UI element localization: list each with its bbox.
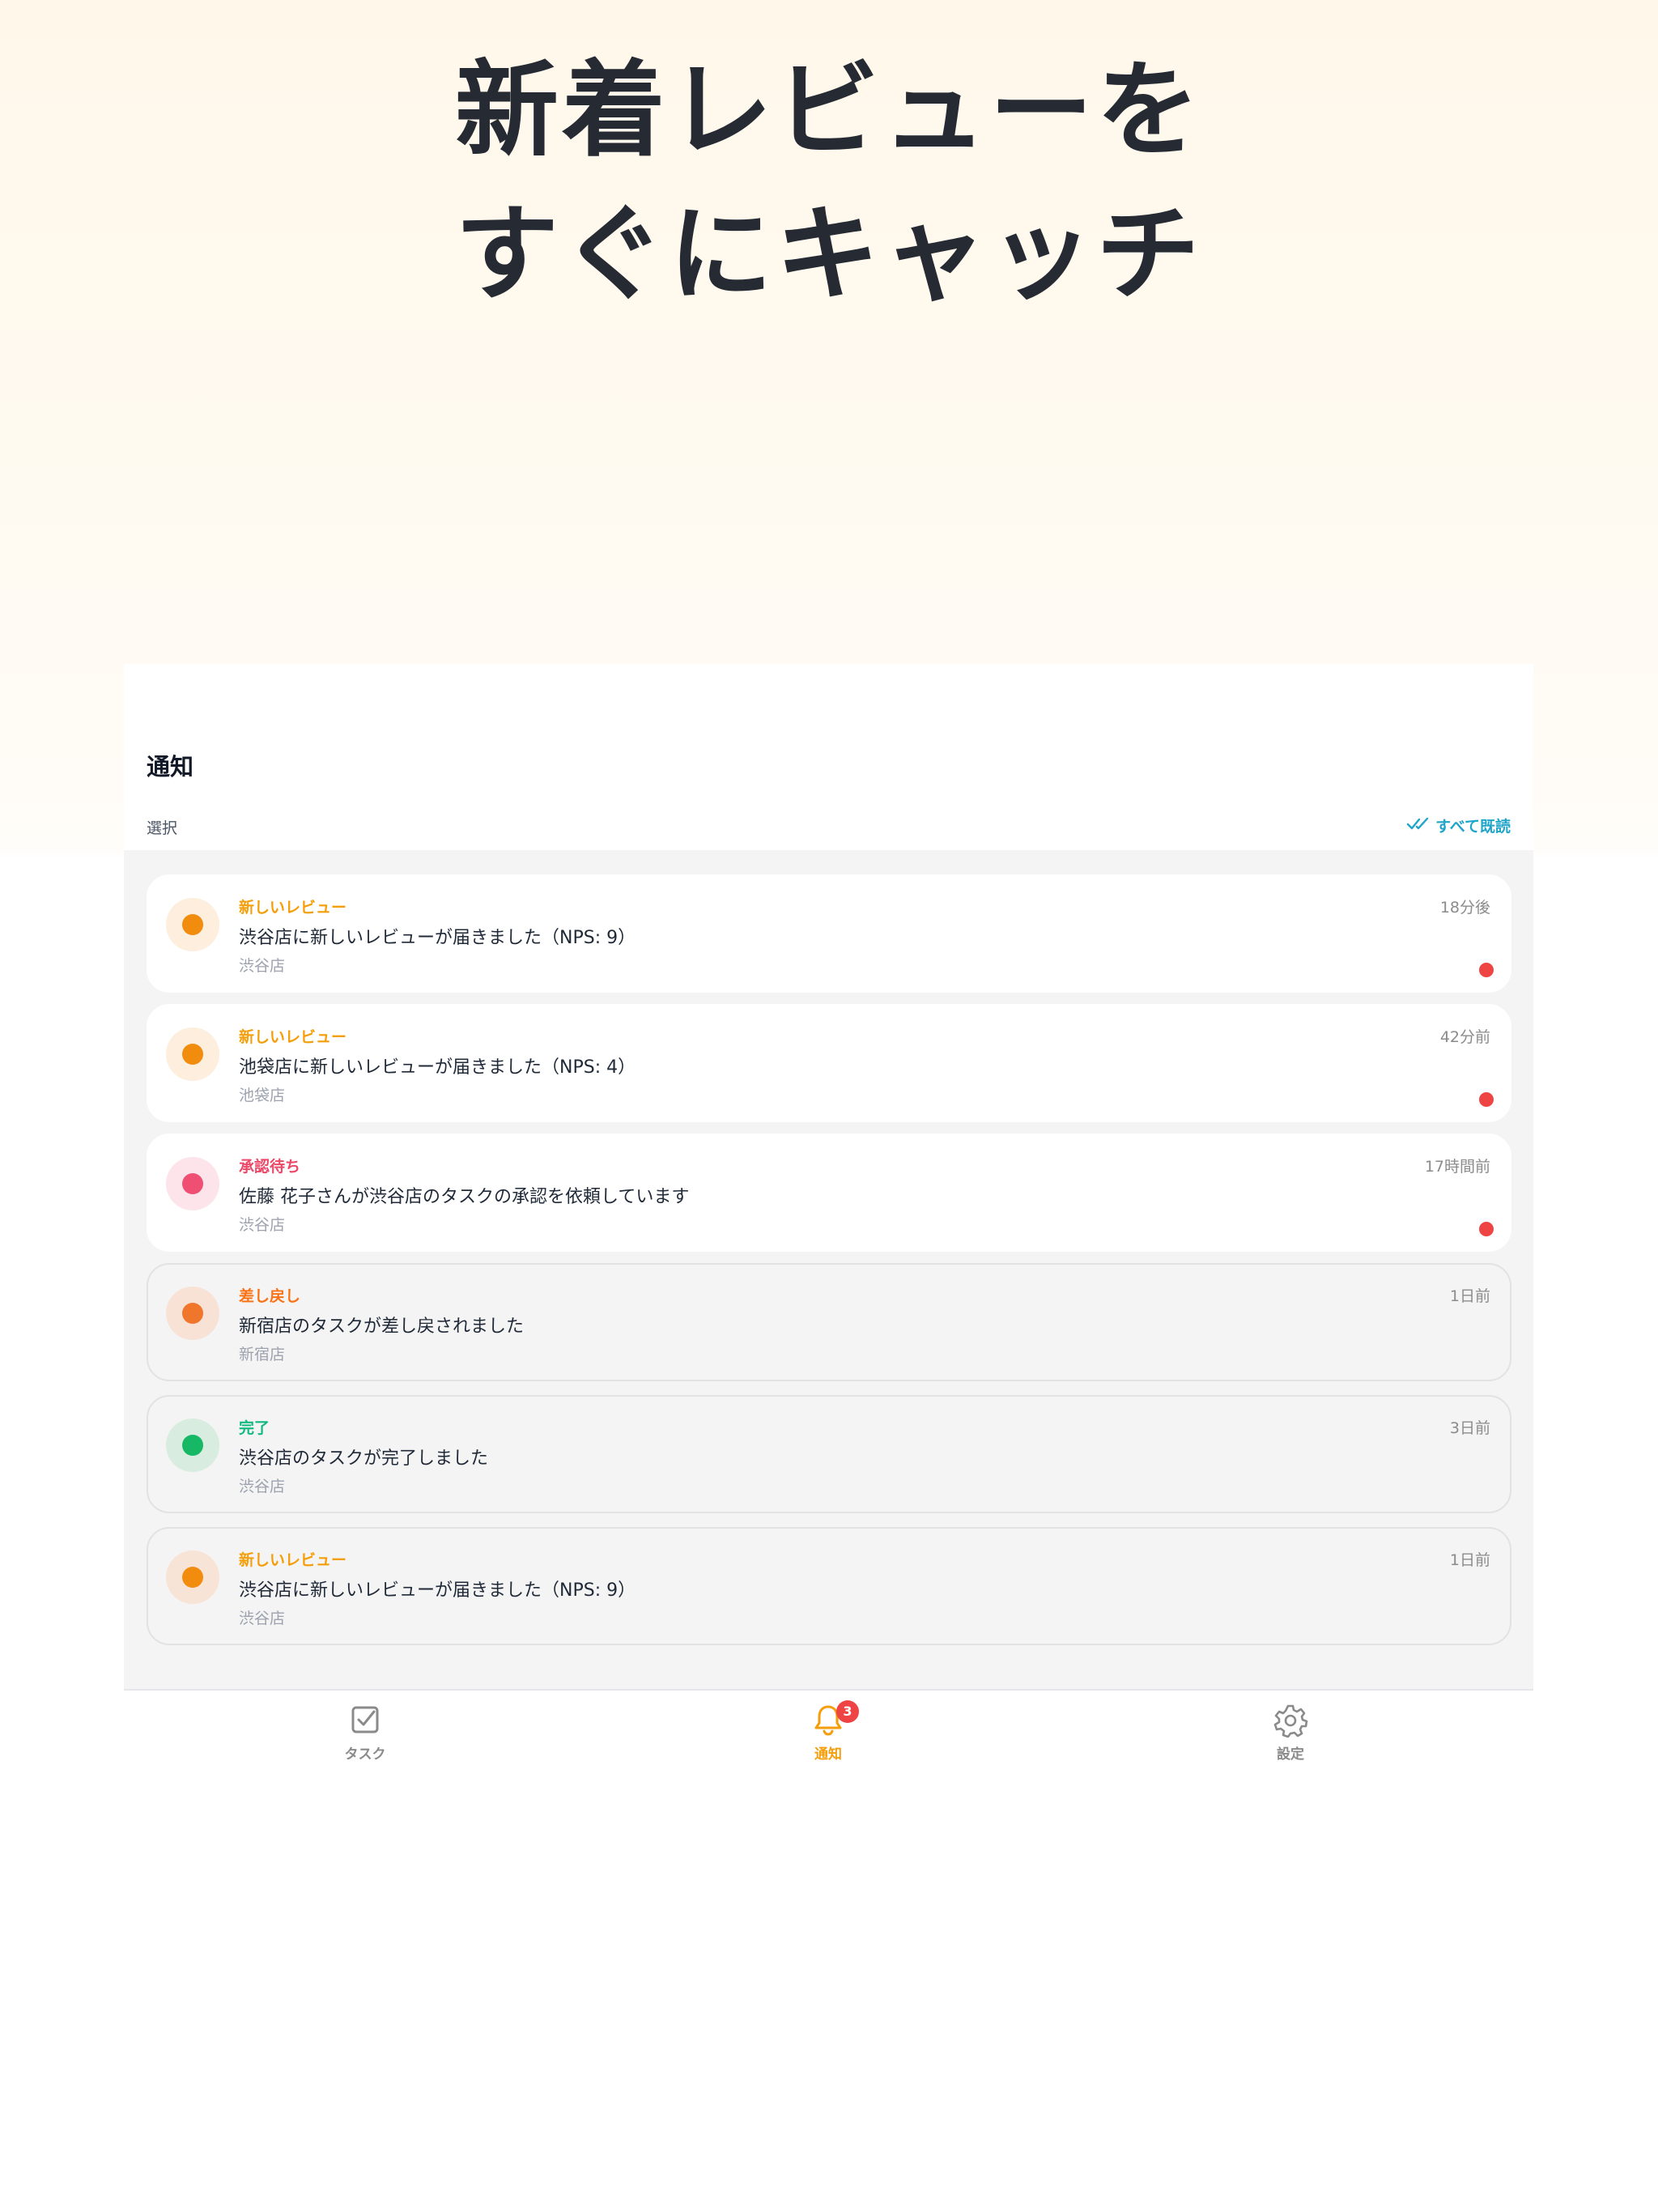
notification-message: 新宿店のタスクが差し戻されました <box>239 1317 525 1337</box>
marketing-headline: 新着レビューを すぐにキャッチ <box>0 39 1658 327</box>
notification-type: 新しいレビュー <box>239 899 347 917</box>
headline-line-1: 新着レビューを <box>454 50 1203 171</box>
notification-store: 渋谷店 <box>239 1478 286 1495</box>
notification-time: 17時間前 <box>1424 1158 1490 1176</box>
notification-type: 承認待ち <box>239 1158 301 1176</box>
page-title: 通知 <box>147 753 194 781</box>
notification-card[interactable]: 承認待ち 佐藤 花子さんが渋谷店のタスクの承認を依頼しています 渋谷店 17時間… <box>147 1134 1511 1252</box>
completed-status-icon <box>166 1419 219 1472</box>
notification-card[interactable]: 新しいレビュー 渋谷店に新しいレビューが届きました（NPS: 9） 渋谷店 18… <box>147 874 1511 993</box>
mark-all-read-button[interactable]: すべて既読 <box>1406 815 1511 836</box>
notification-store: 池袋店 <box>239 1087 286 1104</box>
app-screen: 通知 選択 すべて既読 新しいレビュー 渋谷店に新しいレビューが届きました（NP… <box>124 664 1533 1917</box>
review-status-icon <box>166 1551 219 1604</box>
bell-icon <box>763 1702 893 1738</box>
notification-card[interactable]: 完了 渋谷店のタスクが完了しました 渋谷店 3日前 <box>147 1395 1511 1513</box>
unread-indicator <box>1479 1222 1494 1236</box>
notification-type: 差し戻し <box>239 1287 301 1305</box>
unread-indicator <box>1479 1092 1494 1107</box>
notification-message: 佐藤 花子さんが渋谷店のタスクの承認を依頼しています <box>239 1187 690 1207</box>
mark-all-read-label: すべて既読 <box>1435 818 1511 836</box>
notification-time: 42分前 <box>1439 1028 1490 1046</box>
notification-type: 完了 <box>239 1419 270 1437</box>
notification-time: 18分後 <box>1439 899 1490 917</box>
notification-time: 1日前 <box>1449 1287 1490 1305</box>
notification-card[interactable]: 新しいレビュー 渋谷店に新しいレビューが届きました（NPS: 9） 渋谷店 1日… <box>147 1527 1511 1645</box>
notification-message: 池袋店に新しいレビューが届きました（NPS: 4） <box>239 1057 636 1078</box>
review-status-icon <box>166 1027 219 1081</box>
notification-card[interactable]: 差し戻し 新宿店のタスクが差し戻されました 新宿店 1日前 <box>147 1263 1511 1381</box>
tab-label: 設定 <box>1277 1746 1304 1763</box>
headline-line-2: すぐにキャッチ <box>454 194 1203 315</box>
navigation-header: 通知 選択 すべて既読 <box>124 664 1533 850</box>
tab-label: タスク <box>344 1746 386 1763</box>
review-status-icon <box>166 898 219 951</box>
select-button[interactable]: 選択 <box>147 816 177 838</box>
unread-indicator <box>1479 963 1494 977</box>
tab-bar: タスク 3 通知 設定 <box>124 1689 1533 1917</box>
approval-status-icon <box>166 1157 219 1210</box>
notification-store: 渋谷店 <box>239 957 286 975</box>
notification-time: 3日前 <box>1449 1419 1490 1437</box>
tab-label: 通知 <box>814 1746 842 1763</box>
gear-icon <box>1226 1702 1355 1738</box>
tab-tasks[interactable]: タスク <box>300 1702 430 1775</box>
notification-message: 渋谷店に新しいレビューが届きました（NPS: 9） <box>239 928 636 948</box>
tab-settings[interactable]: 設定 <box>1226 1702 1355 1775</box>
double-check-icon <box>1406 815 1431 836</box>
notification-type: 新しいレビュー <box>239 1551 347 1569</box>
notification-card[interactable]: 新しいレビュー 池袋店に新しいレビューが届きました（NPS: 4） 池袋店 42… <box>147 1004 1511 1122</box>
notification-store: 渋谷店 <box>239 1610 286 1627</box>
notification-store: 渋谷店 <box>239 1216 286 1234</box>
notification-list: 新しいレビュー 渋谷店に新しいレビューが届きました（NPS: 9） 渋谷店 18… <box>124 850 1533 1689</box>
returned-status-icon <box>166 1287 219 1340</box>
notification-count-badge: 3 <box>836 1700 859 1723</box>
checkbox-icon <box>300 1702 430 1738</box>
notification-message: 渋谷店に新しいレビューが届きました（NPS: 9） <box>239 1580 636 1601</box>
notification-store: 新宿店 <box>239 1346 286 1363</box>
notification-message: 渋谷店のタスクが完了しました <box>239 1448 489 1469</box>
notification-time: 1日前 <box>1449 1551 1490 1569</box>
tab-notifications[interactable]: 3 通知 <box>763 1700 893 1775</box>
notification-type: 新しいレビュー <box>239 1028 347 1046</box>
